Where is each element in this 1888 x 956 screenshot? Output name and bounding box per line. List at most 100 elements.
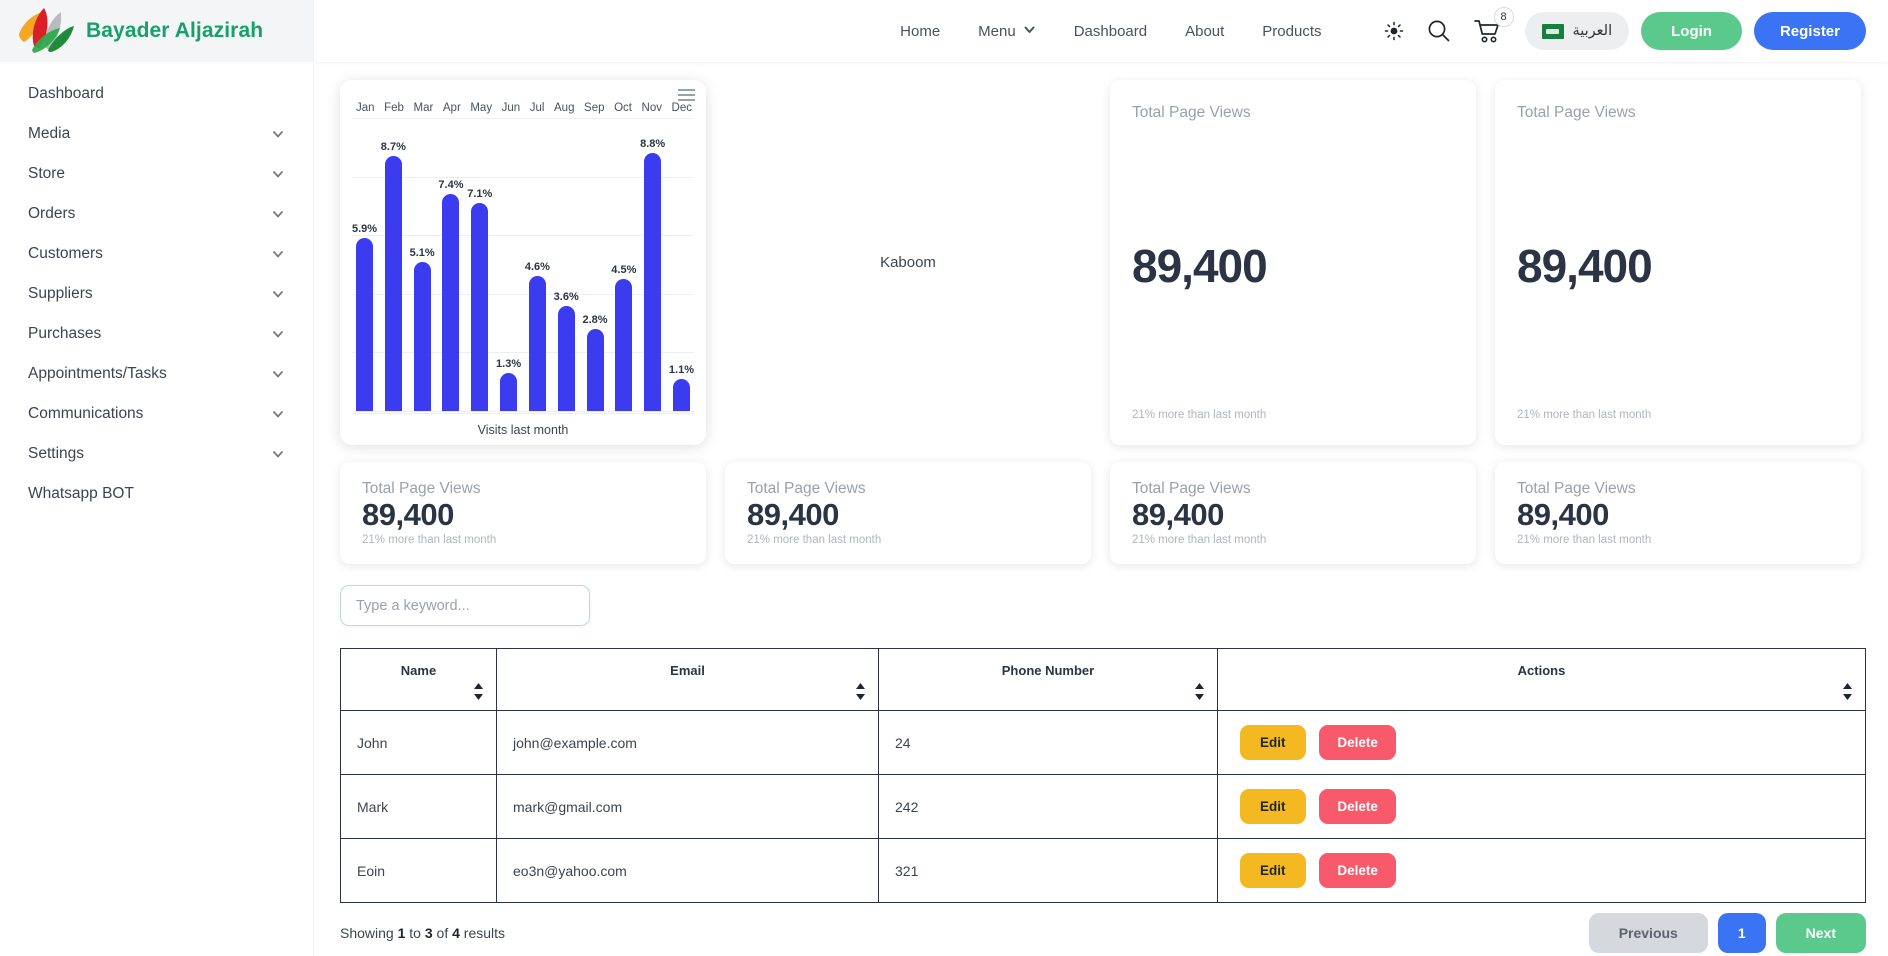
edit-button[interactable]: Edit xyxy=(1240,725,1306,760)
chart-bar-group[interactable]: 1.1% xyxy=(669,118,694,411)
table-footer: Showing 1 to 3 of 4 results Previous 1 N… xyxy=(314,903,1888,953)
chevron-down-icon xyxy=(1023,23,1036,40)
register-button[interactable]: Register xyxy=(1753,12,1866,50)
sidebar-item-dashboard[interactable]: Dashboard xyxy=(0,74,313,114)
saudi-flag-icon xyxy=(1541,23,1564,39)
edit-button[interactable]: Edit xyxy=(1240,789,1306,824)
stat-subtext: 21% more than last month xyxy=(1132,534,1267,547)
nav-link-menu[interactable]: Menu xyxy=(978,23,1036,40)
column-header-phone-number[interactable]: Phone Number xyxy=(878,648,1218,711)
chart-bar[interactable] xyxy=(644,153,662,411)
search-input[interactable] xyxy=(340,585,590,626)
login-button[interactable]: Login xyxy=(1641,12,1742,50)
delete-button[interactable]: Delete xyxy=(1319,725,1396,760)
chart-bar[interactable] xyxy=(672,378,690,411)
header-icon-group: 8 xyxy=(1384,6,1514,44)
sidebar-item-purchases[interactable]: Purchases xyxy=(0,314,313,354)
sidebar-item-orders[interactable]: Orders xyxy=(0,194,313,234)
cart-icon[interactable]: 8 xyxy=(1473,6,1514,44)
chart-bar[interactable] xyxy=(615,279,633,411)
nav-link-about[interactable]: About xyxy=(1185,23,1224,40)
pagination-previous-button[interactable]: Previous xyxy=(1588,913,1708,953)
chart-bar-group[interactable]: 8.7% xyxy=(381,118,406,411)
chart-x-tick: Apr xyxy=(442,102,461,114)
chart-bar-group[interactable]: 1.3% xyxy=(496,118,521,411)
chart-bar-group[interactable]: 5.1% xyxy=(410,118,435,411)
sidebar-item-store[interactable]: Store xyxy=(0,154,313,194)
nav-link-home[interactable]: Home xyxy=(900,23,940,40)
sort-icon[interactable] xyxy=(1842,683,1853,700)
stat-title: Total Page Views xyxy=(362,479,481,497)
sort-icon[interactable] xyxy=(473,683,484,700)
chart-bar-group[interactable]: 2.8% xyxy=(582,118,608,411)
chart-bar[interactable] xyxy=(557,305,575,411)
stat-subtext: 21% more than last month xyxy=(747,534,882,547)
cell-email: john@example.com xyxy=(496,710,879,775)
sidebar-item-appointments-tasks[interactable]: Appointments/Tasks xyxy=(0,354,313,394)
sidebar-item-settings[interactable]: Settings xyxy=(0,434,313,474)
cart-badge: 8 xyxy=(1493,6,1514,27)
chart-bar-group[interactable]: 4.6% xyxy=(525,118,550,411)
chart-bar-group[interactable]: 8.8% xyxy=(640,118,665,411)
chart-data-label: 5.1% xyxy=(409,246,435,259)
edit-button[interactable]: Edit xyxy=(1240,853,1306,888)
chevron-down-icon xyxy=(271,287,285,301)
chart-bar-group[interactable]: 4.5% xyxy=(611,118,636,411)
top-navigation: Home Menu Dashboard About Products xyxy=(900,23,1321,40)
table-body: John john@example.com 24 Edit Delete Mar… xyxy=(340,710,1866,903)
top-widgets-row: Jan Feb Mar Apr May Jun Jul Aug Sep Oct Nov Dec 5.9… xyxy=(314,62,1888,445)
stat-card-1: Total Page Views 89,400 21% more than la… xyxy=(340,462,706,564)
sidebar-item-suppliers[interactable]: Suppliers xyxy=(0,274,313,314)
chart-bar[interactable] xyxy=(500,372,518,411)
sidebar-item-label: Dashboard xyxy=(28,85,104,102)
chart-x-tick: Mar xyxy=(413,102,434,114)
table-head: Name Email Phone Number Actions xyxy=(340,648,1866,711)
search-icon[interactable] xyxy=(1426,18,1452,44)
sidebar-item-label: Whatsapp BOT xyxy=(28,485,134,502)
delete-button[interactable]: Delete xyxy=(1319,853,1396,888)
pagination-current-page-button[interactable]: 1 xyxy=(1717,913,1766,953)
chart-data-label: 8.7% xyxy=(380,141,406,154)
chart-bar[interactable] xyxy=(586,328,604,411)
hamburger-menu-icon[interactable] xyxy=(678,89,695,104)
cell-actions: Edit Delete xyxy=(1217,774,1866,839)
chart-data-label: 3.6% xyxy=(553,290,579,303)
nav-link-products[interactable]: Products xyxy=(1262,23,1321,40)
chart-x-tick: Feb xyxy=(384,102,404,114)
data-table-wrapper: Name Email Phone Number Actions John joh… xyxy=(314,626,1888,903)
nav-link-dashboard[interactable]: Dashboard xyxy=(1074,23,1147,40)
column-header-name[interactable]: Name xyxy=(340,648,497,711)
chart-bar[interactable] xyxy=(413,261,431,411)
column-header-email[interactable]: Email xyxy=(496,648,879,711)
sun-icon[interactable] xyxy=(1384,21,1404,41)
sidebar-item-communications[interactable]: Communications xyxy=(0,394,313,434)
nav-label: About xyxy=(1185,22,1225,40)
sort-icon[interactable] xyxy=(1194,683,1205,700)
chart-bar[interactable] xyxy=(356,238,373,411)
brand-header: Bayader Aljazirah xyxy=(0,0,313,62)
chart-bar[interactable] xyxy=(471,202,489,411)
stat-value: 89,400 xyxy=(1517,496,1609,532)
stat-card-3: Total Page Views 89,400 21% more than la… xyxy=(1110,462,1476,564)
table-row: Eoin eo3n@yahoo.com 321 Edit Delete xyxy=(340,838,1866,903)
chart-bar-group[interactable]: 7.4% xyxy=(438,118,463,411)
data-table: Name Email Phone Number Actions John joh… xyxy=(340,648,1866,903)
sidebar-item-media[interactable]: Media xyxy=(0,114,313,154)
delete-button[interactable]: Delete xyxy=(1319,789,1396,824)
chevron-down-icon xyxy=(271,447,285,461)
chevron-down-icon xyxy=(271,167,285,181)
chart-bar[interactable] xyxy=(528,276,546,411)
sort-icon[interactable] xyxy=(855,683,866,700)
cell-name: Mark xyxy=(340,774,497,839)
chart-bar-group[interactable]: 5.9% xyxy=(352,118,377,411)
chart-bar-group[interactable]: 3.6% xyxy=(554,118,579,411)
chart-bar[interactable] xyxy=(384,156,402,411)
chart-bar[interactable] xyxy=(442,194,460,411)
chevron-down-icon xyxy=(271,247,285,261)
sidebar-item-customers[interactable]: Customers xyxy=(0,234,313,274)
language-switch-button[interactable]: العربية xyxy=(1524,12,1630,50)
sidebar-item-whatsapp-bot[interactable]: Whatsapp BOT xyxy=(0,474,313,514)
pagination-next-button[interactable]: Next xyxy=(1775,913,1866,953)
column-header-actions[interactable]: Actions xyxy=(1217,648,1866,711)
chart-bar-group[interactable]: 7.1% xyxy=(467,118,492,411)
